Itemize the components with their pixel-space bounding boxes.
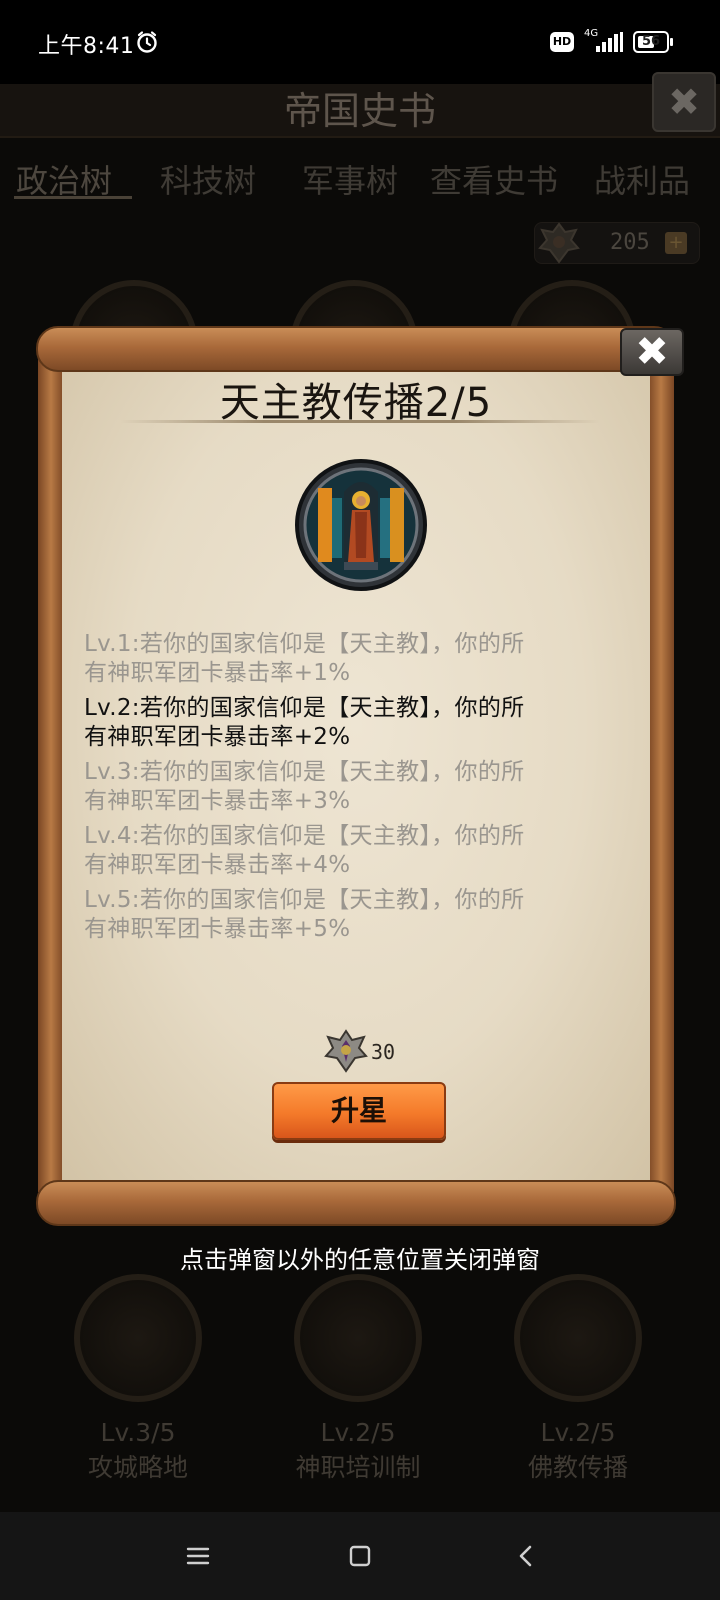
- level-entry-5: Lv.5:若你的国家信仰是【天主教】，你的所 有神职军团卡暴击率+5%: [84, 886, 624, 950]
- node-level: Lv.2/5: [320, 1418, 396, 1447]
- tab-spoils[interactable]: 战利品: [594, 156, 690, 202]
- navigation-bar: [0, 1512, 720, 1600]
- currency-value: 205: [610, 230, 650, 255]
- node-name: 攻城略地: [87, 1453, 188, 1482]
- level-text: 有神职军团卡暴击率+3%: [84, 788, 351, 814]
- level-text: Lv.2:若你的国家信仰是【天主教】，你的所: [84, 695, 525, 721]
- back-icon[interactable]: [512, 1542, 540, 1570]
- menu-icon[interactable]: [184, 1542, 212, 1570]
- level-list: Lv.1:若你的国家信仰是【天主教】，你的所 有神职军团卡暴击率+1% Lv.2…: [84, 630, 624, 950]
- level-text: Lv.5:若你的国家信仰是【天主教】，你的所: [84, 887, 525, 913]
- tech-node-clergy-training[interactable]: [294, 1274, 422, 1402]
- level-entry-4: Lv.4:若你的国家信仰是【天主教】，你的所 有神职军团卡暴击率+4%: [84, 822, 624, 886]
- level-entry-1: Lv.1:若你的国家信仰是【天主教】，你的所 有神职军团卡暴击率+1%: [84, 630, 624, 694]
- home-icon[interactable]: [346, 1542, 374, 1570]
- status-bar: 上午8:41 HD 4G 56: [0, 0, 720, 84]
- eagle-emblem-icon: [538, 222, 580, 264]
- catholic-saint-icon: [295, 459, 427, 591]
- node-level: Lv.3/5: [100, 1418, 176, 1447]
- eagle-emblem-icon: [324, 1029, 368, 1073]
- popup-close-button[interactable]: ✖: [620, 328, 684, 376]
- upgrade-cost: 30: [371, 1040, 396, 1064]
- tab-history-book[interactable]: 查看史书: [430, 156, 558, 202]
- game-title: 帝国史书: [283, 89, 436, 133]
- tech-node-buddhism[interactable]: [514, 1274, 642, 1402]
- battery-tip: [670, 38, 673, 46]
- active-tab-indicator: [14, 196, 132, 199]
- level-text: Lv.1:若你的国家信仰是【天主教】，你的所: [84, 631, 525, 657]
- level-text: 有神职军团卡暴击率+2%: [84, 724, 351, 750]
- scroll-roll-top: [36, 326, 676, 372]
- node-name: 佛教传播: [527, 1453, 628, 1482]
- game-close-button[interactable]: ✖: [652, 72, 716, 132]
- status-time: 上午8:41: [38, 34, 135, 59]
- tech-node-siege[interactable]: [74, 1274, 202, 1402]
- node-level: Lv.2/5: [540, 1418, 616, 1447]
- upgrade-star-button[interactable]: 升星: [272, 1082, 446, 1140]
- signal-icon: [596, 32, 623, 52]
- game-header: 帝国史书: [0, 84, 720, 138]
- tab-technology[interactable]: 科技树: [160, 156, 256, 202]
- tab-military[interactable]: 军事树: [302, 156, 398, 202]
- scroll-edge-left: [38, 352, 64, 1192]
- battery-icon: 56: [633, 31, 673, 53]
- level-text: 有神职军团卡暴击率+4%: [84, 852, 351, 878]
- scroll-edge-right: [648, 352, 674, 1192]
- node-name: 神职培训制: [295, 1453, 421, 1482]
- title-divider: [120, 420, 600, 423]
- battery-level: 56: [641, 34, 661, 49]
- level-text: Lv.4:若你的国家信仰是【天主教】，你的所: [84, 823, 525, 849]
- currency-add-button[interactable]: +: [665, 232, 687, 254]
- level-text: 有神职军团卡暴击率+5%: [84, 916, 351, 942]
- level-text: 有神职军团卡暴击率+1%: [84, 660, 351, 686]
- tab-bar: 政治树 科技树 军事树 查看史书 战利品: [0, 146, 720, 202]
- level-entry-2-current: Lv.2:若你的国家信仰是【天主教】，你的所 有神职军团卡暴击率+2%: [84, 694, 624, 758]
- level-entry-3: Lv.3:若你的国家信仰是【天主教】，你的所 有神职军团卡暴击率+3%: [84, 758, 624, 822]
- scroll-roll-bottom: [36, 1180, 676, 1226]
- level-text: Lv.3:若你的国家信仰是【天主教】，你的所: [84, 759, 525, 785]
- close-hint: 点击弹窗以外的任意位置关闭弹窗: [180, 1246, 540, 1274]
- alarm-icon: [137, 31, 157, 53]
- hd-badge: HD: [550, 32, 574, 52]
